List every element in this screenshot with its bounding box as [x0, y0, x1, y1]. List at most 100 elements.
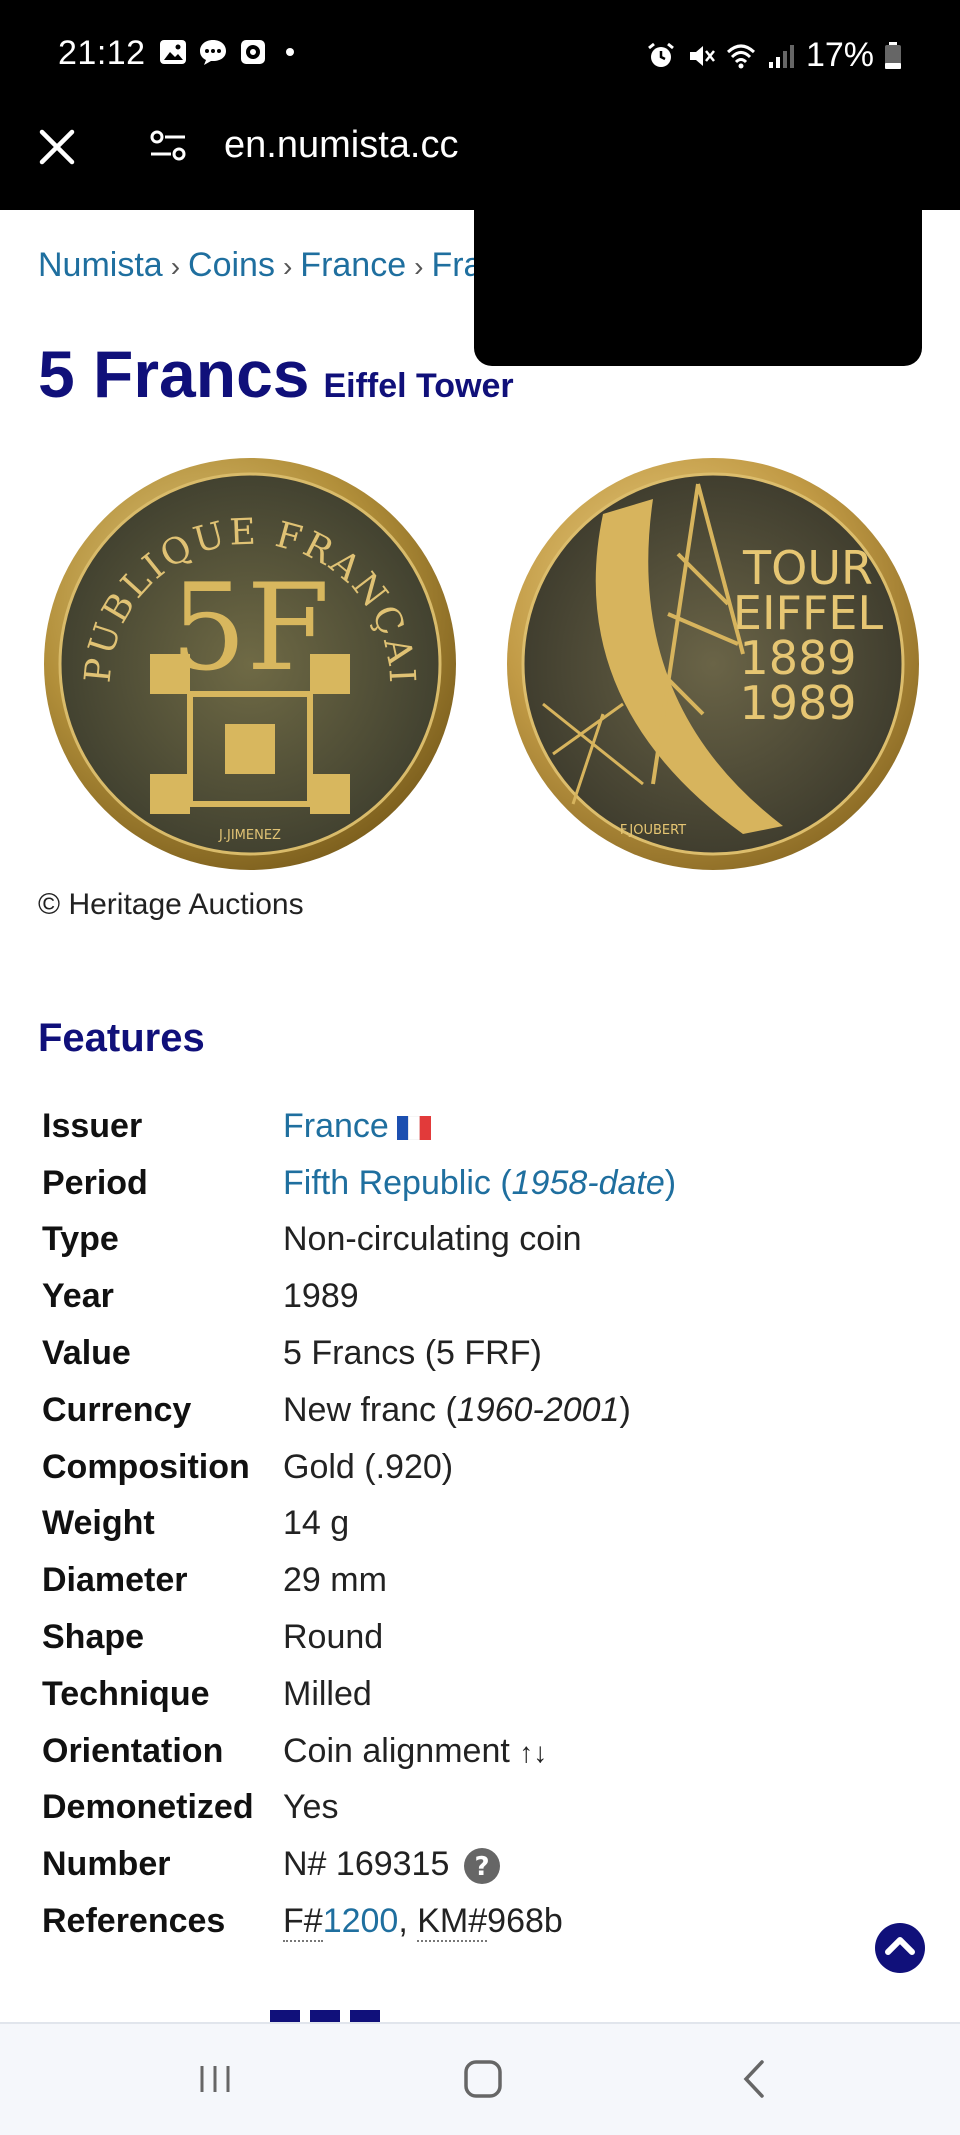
browser-toolbar: en.numista.cc — [0, 110, 960, 210]
table-row: Period Fifth Republic (1958-date) — [42, 1155, 922, 1212]
number-label: Number — [42, 1845, 171, 1884]
recent-apps-icon[interactable] — [190, 2054, 240, 2104]
next-section-heading-clipped — [270, 2010, 430, 2022]
table-row: Technique Milled — [42, 1666, 922, 1723]
table-row: Shape Round — [42, 1609, 922, 1666]
year-value: 1989 — [283, 1277, 359, 1316]
table-row: Demonetized Yes — [42, 1780, 922, 1837]
breadcrumb-france[interactable]: France — [300, 246, 406, 284]
page-title: 5 Francs Eiffel Tower — [38, 336, 514, 412]
breadcrumb-separator: › — [170, 251, 181, 282]
composition-value: Gold (.920) — [283, 1447, 454, 1486]
issuer-label: Issuer — [42, 1106, 143, 1145]
notification-dot — [286, 48, 294, 56]
features-table: Issuer France Period Fifth Republic (195… — [42, 1098, 922, 1950]
back-icon[interactable] — [730, 2054, 780, 2104]
period-label: Period — [42, 1163, 148, 1202]
weight-value: 14 g — [283, 1504, 350, 1543]
coin-obverse-image[interactable]: REPUBLIQUE FRANÇAISE 5F J.JIMENEZ — [40, 454, 460, 874]
chat-icon — [200, 40, 226, 65]
url-field[interactable]: en.numista.cc — [224, 124, 480, 167]
breadcrumb-separator: › — [414, 251, 424, 282]
battery-icon — [885, 41, 901, 69]
type-label: Type — [42, 1220, 119, 1259]
site-settings-icon[interactable] — [148, 126, 188, 166]
mute-icon — [689, 45, 715, 66]
svg-text:F.JOUBERT: F.JOUBERT — [620, 823, 686, 838]
period-link[interactable]: Fifth Republic (1958-date) — [283, 1164, 676, 1202]
table-row: Diameter 29 mm — [42, 1552, 922, 1609]
demonetized-value: Yes — [283, 1788, 339, 1827]
svg-text:J.JIMENEZ: J.JIMENEZ — [218, 828, 281, 843]
france-flag-icon — [396, 1115, 431, 1140]
type-value: Non-circulating coin — [283, 1220, 582, 1259]
references-label: References — [42, 1902, 226, 1941]
table-row: Number N# 169315? — [42, 1836, 922, 1893]
battery-percent: 17% — [805, 36, 874, 74]
table-row: Value 5 Francs (5 FRF) — [42, 1325, 922, 1382]
status-time: 21:12 — [58, 34, 146, 72]
system-nav-bar — [0, 2022, 960, 2135]
scroll-to-top-button[interactable] — [874, 1922, 926, 1974]
currency-value: New franc (1960-2001) — [283, 1390, 631, 1429]
coin-name: 5 Francs — [38, 337, 310, 411]
svg-text:?: ? — [475, 1852, 490, 1882]
table-row: Year 1989 — [42, 1268, 922, 1325]
svg-text:1989: 1989 — [739, 676, 856, 730]
help-icon[interactable]: ? — [463, 1847, 501, 1885]
table-row: Issuer France — [42, 1098, 922, 1155]
orientation-value: Coin alignment ↑↓ — [283, 1731, 548, 1770]
value-label: Value — [42, 1334, 131, 1373]
breadcrumb-current[interactable]: Fra — [431, 246, 478, 284]
orientation-arrows-icon: ↑↓ — [519, 1736, 548, 1768]
status-bar: 21:12 17% — [0, 0, 960, 110]
gallery-icon — [160, 40, 186, 64]
signal-icon — [768, 44, 794, 68]
issuer-link[interactable]: France — [283, 1107, 389, 1145]
table-row: Composition Gold (.920) — [42, 1439, 922, 1496]
year-label: Year — [42, 1277, 114, 1316]
f-reference-link[interactable]: 1200 — [323, 1902, 399, 1940]
weight-label: Weight — [42, 1504, 155, 1543]
shape-value: Round — [283, 1618, 384, 1657]
breadcrumb-numista[interactable]: Numista — [38, 246, 163, 284]
km-catalogue-abbr: KM# — [417, 1902, 488, 1943]
svg-text:5F: 5F — [170, 559, 330, 698]
close-icon[interactable] — [34, 124, 80, 170]
composition-label: Composition — [42, 1447, 250, 1486]
table-row: Orientation Coin alignment ↑↓ — [42, 1723, 922, 1780]
alarm-icon — [648, 42, 674, 67]
image-credit: © Heritage Auctions — [38, 888, 304, 921]
diameter-value: 29 mm — [283, 1561, 387, 1600]
wifi-icon — [726, 44, 755, 68]
home-icon[interactable] — [458, 2054, 508, 2104]
diameter-label: Diameter — [42, 1561, 188, 1600]
breadcrumb-separator: › — [282, 251, 293, 282]
technique-value: Milled — [283, 1674, 372, 1713]
number-value: N# 169315? — [283, 1836, 922, 1893]
table-row: Weight 14 g — [42, 1496, 922, 1553]
status-left-icons — [158, 38, 294, 66]
demonetized-label: Demonetized — [42, 1788, 254, 1827]
technique-label: Technique — [42, 1674, 210, 1713]
shape-label: Shape — [42, 1618, 145, 1657]
breadcrumb: Numista › Coins › France › Fra — [38, 246, 478, 285]
km-reference-number: 968b — [487, 1902, 563, 1941]
coin-subtitle: Eiffel Tower — [323, 367, 514, 405]
features-heading: Features — [38, 1016, 205, 1060]
coin-reverse-image[interactable]: TOUR EIFFEL 1889 1989 F.JOUBERT — [503, 454, 923, 874]
record-icon — [241, 40, 265, 64]
table-row: Currency New franc (1960-2001) — [42, 1382, 922, 1439]
table-row: References F#1200, KM#968b — [42, 1893, 922, 1950]
currency-label: Currency — [42, 1390, 192, 1429]
f-catalogue-abbr: F# — [283, 1902, 323, 1943]
orientation-label: Orientation — [42, 1731, 224, 1770]
issuer-value: France — [283, 1098, 922, 1155]
value-value: 5 Francs (5 FRF) — [283, 1334, 542, 1373]
breadcrumb-coins[interactable]: Coins — [188, 246, 275, 284]
browser-popup-overlay — [474, 196, 922, 366]
status-right-icons: 17% — [646, 36, 902, 75]
references-value: F#1200, KM#968b — [283, 1902, 563, 1943]
table-row: Type Non-circulating coin — [42, 1212, 922, 1269]
period-value: Fifth Republic (1958-date) — [283, 1155, 922, 1212]
